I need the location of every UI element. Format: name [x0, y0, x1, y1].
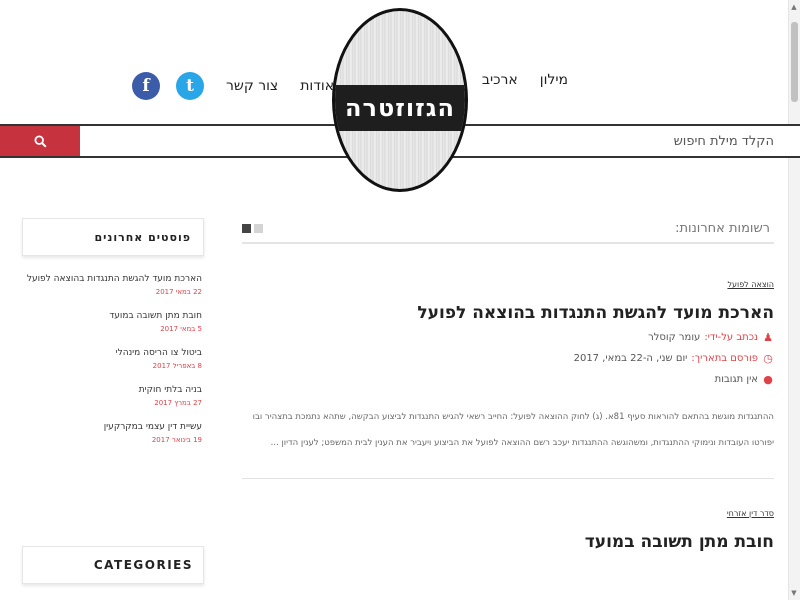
main-nav: מילון ארכיב [482, 72, 568, 88]
pager-dot-active[interactable] [242, 223, 251, 233]
post-author-row: ♟ נכתב על-ידי: עומר קוסלר [242, 331, 774, 344]
sidebar: פוסטים אחרונים הארכת מועד להגשת התנגדות … [22, 218, 204, 457]
nav-item-dictionary[interactable]: מילון [540, 72, 568, 88]
post-card: סדר דין אזרחי חובת מתן תשובה במועד [242, 509, 774, 552]
clock-icon: ◷ [763, 352, 773, 365]
author-name[interactable]: עומר קוסלר [648, 332, 700, 343]
scroll-down-arrow-icon[interactable]: ▼ [790, 589, 798, 597]
social-links: t f [132, 72, 204, 100]
list-item: עשיית דין עצמי במקרקעין 19 בינואר 2017 [22, 420, 202, 444]
post-title[interactable]: חובת מתן תשובה במועד [242, 532, 774, 552]
recent-posts-list: הארכת מועד להגשת התנגדות בהוצאה לפועל 22… [22, 272, 204, 444]
post-title[interactable]: הארכת מועד להגשת התנגדות בהוצאה לפועל [242, 303, 774, 323]
recent-post-date: 19 בינואר 2017 [151, 436, 202, 444]
pager-dot[interactable] [254, 223, 263, 233]
site-logo[interactable]: הגזוזטרה [332, 8, 468, 192]
scroll-up-arrow-icon[interactable]: ▲ [790, 3, 798, 11]
recent-posts-widget-header: פוסטים אחרונים [22, 218, 204, 256]
recent-post-link[interactable]: עשיית דין עצמי במקרקעין [22, 420, 202, 434]
categories-widget-header: CATEGORIES [22, 546, 204, 584]
comments-link[interactable]: אין תגובות [715, 374, 758, 385]
nav-item-contact[interactable]: צור קשר [226, 78, 278, 94]
widget-title: פוסטים אחרונים [94, 230, 191, 244]
divider [242, 478, 774, 479]
recent-post-date: 8 באפריל 2017 [152, 362, 202, 370]
post-category-link[interactable]: סדר דין אזרחי [242, 509, 774, 518]
pager [242, 223, 263, 233]
post-card: הוצאה לפועל הארכת מועד להגשת התנגדות בהו… [242, 280, 774, 479]
list-item: בניה בלתי חוקית 27 במרץ 2017 [22, 383, 202, 407]
comment-icon: ● [763, 373, 773, 386]
nav-item-about[interactable]: אודות [300, 78, 334, 94]
recent-post-link[interactable]: הארכת מועד להגשת התנגדות בהוצאה לפועל [22, 272, 202, 286]
recent-post-date: 22 במאי 2017 [155, 288, 202, 296]
categories-widget: CATEGORIES [22, 546, 204, 584]
recent-post-link[interactable]: בניה בלתי חוקית [22, 383, 202, 397]
nav-item-archive[interactable]: ארכיב [482, 72, 518, 88]
list-item: ביטול צו הריסה מינהלי 8 באפריל 2017 [22, 346, 202, 370]
logo-band: הגזוזטרה [335, 85, 465, 131]
recent-post-link[interactable]: חובת מתן תשובה במועד [22, 309, 202, 323]
post-excerpt: ההתנגדות מוגשת בהתאם להוראות סעיף 81א. (… [252, 412, 774, 448]
logo-text: הגזוזטרה [345, 94, 455, 122]
author-label: נכתב על-ידי: [704, 332, 758, 343]
date-label: פורסם בתאריך: [691, 353, 758, 364]
scrollbar[interactable]: ▲ ▼ [788, 0, 800, 600]
user-icon: ♟ [763, 331, 773, 344]
facebook-icon[interactable]: f [132, 72, 160, 100]
scrollbar-thumb[interactable] [791, 22, 798, 102]
search-icon [33, 134, 47, 148]
recent-post-date: 27 במרץ 2017 [154, 399, 202, 407]
list-item: חובת מתן תשובה במועד 5 במאי 2017 [22, 309, 202, 333]
secondary-nav: אודות צור קשר t f [132, 72, 334, 100]
list-item: הארכת מועד להגשת התנגדות בהוצאה לפועל 22… [22, 272, 202, 296]
twitter-icon[interactable]: t [176, 72, 204, 100]
post-date: יום שני, ה-22 במאי, 2017 [573, 353, 688, 364]
section-title: רשומות אחרונות: [675, 220, 770, 236]
post-comments-row: ● אין תגובות [242, 373, 774, 386]
recent-post-link[interactable]: ביטול צו הריסה מינהלי [22, 346, 202, 360]
recent-post-date: 5 במאי 2017 [160, 325, 202, 333]
widget-title: CATEGORIES [93, 558, 193, 572]
main-content: רשומות אחרונות: הוצאה לפועל הארכת מועד ל… [242, 214, 774, 552]
search-button[interactable] [0, 126, 80, 156]
post-category-link[interactable]: הוצאה לפועל [242, 280, 774, 289]
post-date-row: ◷ פורסם בתאריך: יום שני, ה-22 במאי, 2017 [242, 352, 774, 365]
recent-posts-header: רשומות אחרונות: [242, 214, 774, 244]
site-header: מילון ארכיב אודות צור קשר t f הגזוזטרה [0, 0, 800, 200]
